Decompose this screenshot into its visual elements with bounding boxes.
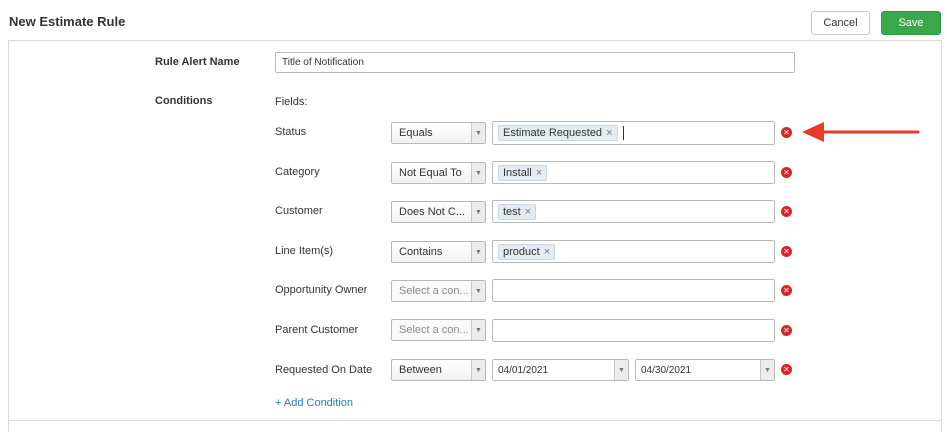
operator-value: Between [399, 364, 442, 376]
operator-value: Not Equal To [399, 167, 462, 179]
tag-remove-icon[interactable]: × [544, 246, 550, 258]
value-tagbox-customer[interactable]: test × [492, 200, 775, 223]
operator-value: Does Not C... [399, 206, 466, 218]
tag-label: Install [503, 166, 532, 179]
dropdown-arrow-icon: ▼ [614, 360, 628, 380]
operator-select-status[interactable]: Equals ▼ [391, 122, 486, 144]
dropdown-arrow-icon: ▼ [471, 163, 485, 183]
text-caret [622, 126, 624, 140]
tag-remove-icon[interactable]: × [525, 206, 531, 218]
value-tagbox-line-items[interactable]: product × [492, 240, 775, 263]
condition-field-parent-customer: Parent Customer [275, 324, 359, 336]
operator-select-customer[interactable]: Does Not C... ▼ [391, 201, 486, 223]
value-tag: test × [498, 203, 537, 220]
operator-value: Contains [399, 246, 443, 258]
dropdown-arrow-icon: ▼ [471, 360, 485, 380]
date-to-input[interactable]: 04/30/2021 ▼ [635, 359, 775, 381]
value-tag: Install × [498, 164, 548, 181]
operator-placeholder: Select a con... [399, 285, 469, 297]
rule-alert-name-value: Title of Notification [282, 57, 364, 68]
dropdown-arrow-icon: ▼ [760, 360, 774, 380]
save-button[interactable]: Save [881, 11, 941, 35]
condition-field-line-items: Line Item(s) [275, 245, 334, 257]
operator-select-requested-on-date[interactable]: Between ▼ [391, 359, 486, 381]
dropdown-arrow-icon: ▼ [471, 202, 485, 222]
tag-label: Estimate Requested [503, 127, 603, 139]
remove-circle-icon[interactable]: ✕ [781, 364, 792, 375]
remove-circle-icon[interactable]: ✕ [781, 127, 792, 138]
condition-field-opportunity-owner: Opportunity Owner [275, 284, 368, 296]
conditions-label: Conditions [155, 95, 213, 107]
date-from-value: 04/01/2021 [498, 364, 549, 376]
value-tagbox-parent-customer[interactable] [492, 319, 775, 342]
remove-circle-icon[interactable]: ✕ [781, 167, 792, 178]
add-condition-link[interactable]: + Add Condition [275, 397, 353, 409]
dropdown-arrow-icon: ▼ [471, 320, 485, 340]
condition-field-category: Category [275, 166, 320, 178]
value-tagbox-category[interactable]: Install × [492, 161, 775, 184]
operator-value: Equals [399, 127, 433, 139]
date-from-input[interactable]: 04/01/2021 ▼ [492, 359, 629, 381]
remove-circle-icon[interactable]: ✕ [781, 246, 792, 257]
remove-circle-icon[interactable]: ✕ [781, 206, 792, 217]
value-tag: product × [498, 243, 556, 260]
tag-label: test [503, 205, 521, 218]
cancel-button[interactable]: Cancel [811, 11, 870, 35]
date-to-value: 04/30/2021 [641, 364, 692, 376]
tag-label: product [503, 245, 540, 258]
operator-select-parent-customer[interactable]: Select a con... ▼ [391, 319, 486, 341]
value-tagbox-status[interactable]: Estimate Requested × [492, 121, 775, 145]
page-header: New Estimate Rule Cancel Save [0, 0, 947, 40]
rule-alert-name-input[interactable]: Title of Notification [275, 52, 795, 73]
condition-field-requested-on-date: Requested On Date [275, 364, 373, 376]
value-tagbox-opportunity-owner[interactable] [492, 279, 775, 302]
value-tag: Estimate Requested × [498, 125, 618, 141]
dropdown-arrow-icon: ▼ [471, 123, 485, 143]
rule-alert-name-label: Rule Alert Name [155, 56, 240, 68]
tag-remove-icon[interactable]: × [536, 167, 542, 179]
annotation-arrow-icon [802, 122, 920, 142]
dropdown-arrow-icon: ▼ [471, 281, 485, 301]
condition-field-customer: Customer [275, 205, 323, 217]
fields-label: Fields: [275, 96, 308, 108]
remove-circle-icon[interactable]: ✕ [781, 285, 792, 296]
operator-select-line-items[interactable]: Contains ▼ [391, 241, 486, 263]
operator-placeholder: Select a con... [399, 324, 469, 336]
operator-select-category[interactable]: Not Equal To ▼ [391, 162, 486, 184]
condition-field-status: Status [275, 126, 307, 138]
panel-divider [8, 420, 942, 421]
remove-circle-icon[interactable]: ✕ [781, 325, 792, 336]
operator-select-opportunity-owner[interactable]: Select a con... ▼ [391, 280, 486, 302]
tag-remove-icon[interactable]: × [606, 127, 612, 139]
dropdown-arrow-icon: ▼ [471, 242, 485, 262]
page-title: New Estimate Rule [9, 14, 126, 29]
